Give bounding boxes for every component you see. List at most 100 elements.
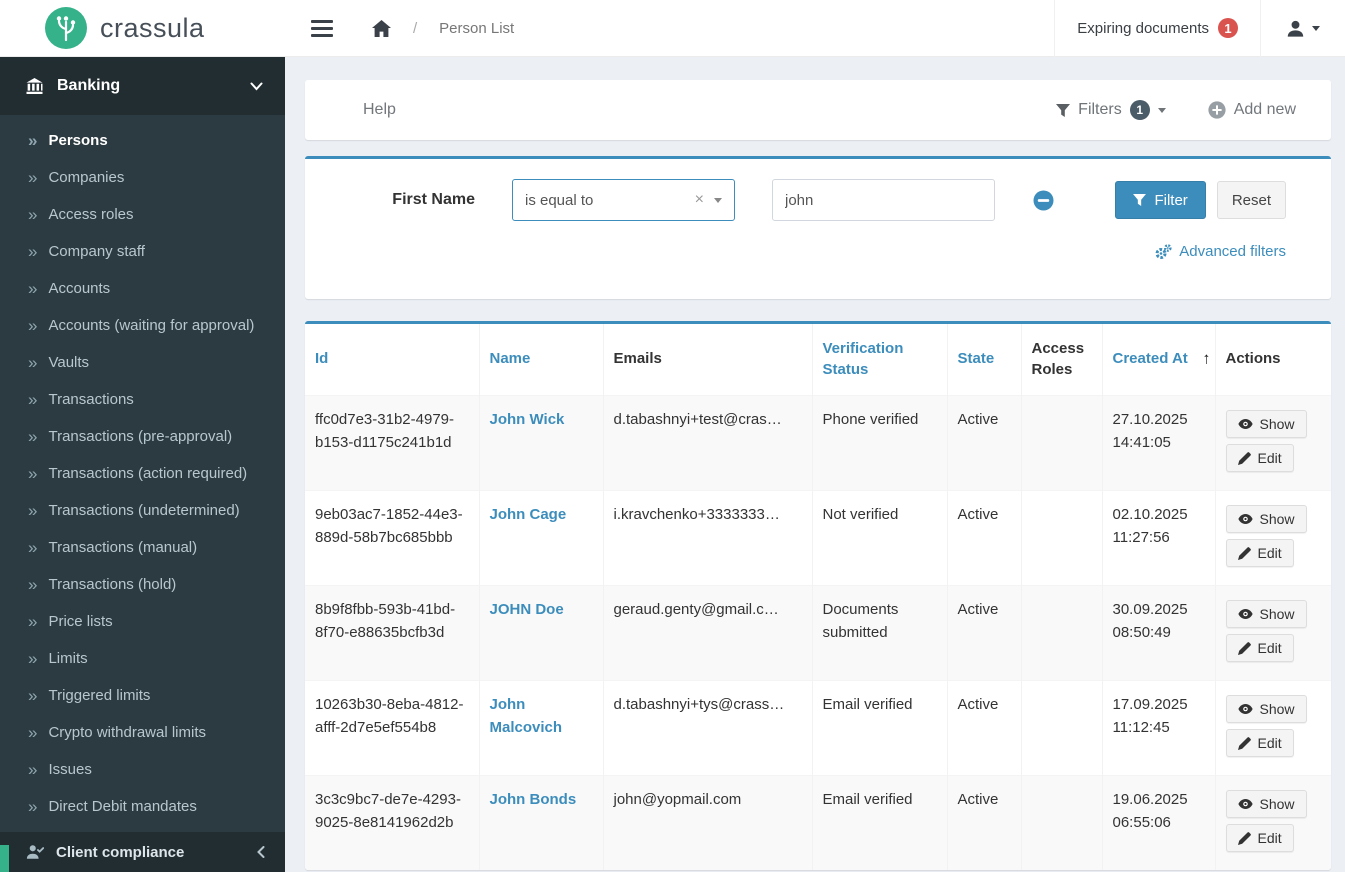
- sidebar-item-transactions[interactable]: » Transactions: [0, 381, 285, 418]
- user-menu-button[interactable]: [1261, 0, 1345, 57]
- funnel-icon: [1056, 103, 1071, 117]
- double-chevron-icon: »: [28, 168, 38, 187]
- breadcrumb-current[interactable]: Person List: [439, 20, 514, 37]
- person-email: i.kravchenko+3333333…: [603, 490, 813, 586]
- sidebar-section-banking[interactable]: Banking: [0, 57, 285, 115]
- show-button[interactable]: Show: [1225, 790, 1307, 818]
- person-state: Active: [947, 490, 1022, 586]
- add-new-button[interactable]: Add new: [1208, 101, 1296, 119]
- double-chevron-icon: »: [28, 131, 38, 150]
- double-chevron-icon: »: [28, 797, 38, 816]
- double-chevron-icon: »: [28, 612, 38, 631]
- main-content: Help Filters 1 Add new First Name is equ…: [285, 57, 1345, 872]
- sidebar-item-accounts[interactable]: » Accounts: [0, 270, 285, 307]
- double-chevron-icon: »: [28, 686, 38, 705]
- sidebar-item-transactions-action-required[interactable]: » Transactions (action required): [0, 455, 285, 492]
- edit-button[interactable]: Edit: [1225, 634, 1294, 662]
- sidebar-menu: » Persons » Companies » Access roles » C…: [0, 115, 285, 825]
- sidebar-section-label: Banking: [57, 77, 121, 94]
- expiring-documents-button[interactable]: Expiring documents 1: [1054, 0, 1261, 57]
- person-state: Active: [947, 775, 1022, 870]
- show-button[interactable]: Show: [1225, 505, 1307, 533]
- column-header-access-roles: Access Roles: [1021, 323, 1103, 396]
- person-name-link[interactable]: JOHN Doe: [490, 601, 564, 618]
- home-icon[interactable]: [372, 19, 391, 37]
- person-id: 9eb03ac7-1852-44e3-889d-58b7bc685bbb: [305, 490, 480, 586]
- plus-circle-icon: [1208, 101, 1226, 119]
- filter-panel: First Name is equal to × john Filter Res…: [305, 156, 1331, 299]
- add-new-label: Add new: [1233, 101, 1296, 118]
- sidebar-item-persons[interactable]: » Persons: [0, 122, 285, 159]
- column-header-state[interactable]: State: [947, 323, 1022, 396]
- eye-icon: [1237, 798, 1253, 810]
- topbar-right: Expiring documents 1: [1054, 0, 1345, 57]
- edit-button[interactable]: Edit: [1225, 729, 1294, 757]
- double-chevron-icon: »: [28, 464, 38, 483]
- double-chevron-icon: »: [28, 501, 38, 520]
- edit-button[interactable]: Edit: [1225, 824, 1294, 852]
- sidebar-item-crypto-withdrawal-limits[interactable]: » Crypto withdrawal limits: [0, 714, 285, 751]
- show-button[interactable]: Show: [1225, 410, 1307, 438]
- person-id: 3c3c9bc7-de7e-4293-9025-8e8141962d2b: [305, 775, 480, 870]
- operator-select[interactable]: is equal to ×: [512, 179, 735, 221]
- filter-button[interactable]: Filter: [1115, 181, 1206, 219]
- brand-logo[interactable]: crassula: [0, 0, 285, 56]
- sidebar-item-transactions-pre-approval[interactable]: » Transactions (pre-approval): [0, 418, 285, 455]
- chevron-down-icon: [1312, 25, 1320, 31]
- sidebar-section-client-compliance[interactable]: Client compliance: [0, 832, 285, 872]
- pencil-icon: [1237, 546, 1251, 560]
- sidebar-item-companies[interactable]: » Companies: [0, 159, 285, 196]
- reset-button[interactable]: Reset: [1216, 181, 1286, 219]
- person-name-link[interactable]: John Bonds: [490, 791, 577, 808]
- sidebar-item-transactions-undetermined[interactable]: » Transactions (undetermined): [0, 492, 285, 529]
- eye-icon: [1237, 703, 1253, 715]
- sidebar-item-issues[interactable]: » Issues: [0, 751, 285, 788]
- sidebar-item-transactions-hold[interactable]: » Transactions (hold): [0, 566, 285, 603]
- edit-button[interactable]: Edit: [1225, 444, 1294, 472]
- person-name-link[interactable]: John Cage: [490, 506, 567, 523]
- sidebar-item-vaults[interactable]: » Vaults: [0, 344, 285, 381]
- column-header-name[interactable]: Name: [479, 323, 604, 396]
- crassula-logo-icon: [45, 7, 87, 49]
- double-chevron-icon: »: [28, 649, 38, 668]
- topbar: crassula / Person List Expiring document…: [0, 0, 1345, 57]
- double-chevron-icon: »: [28, 279, 38, 298]
- sidebar-item-accounts-waiting-for-approval[interactable]: » Accounts (waiting for approval): [0, 307, 285, 344]
- table-row: 9eb03ac7-1852-44e3-889d-58b7bc685bbb Joh…: [305, 490, 1331, 586]
- column-header-verification-status[interactable]: Verification Status: [812, 323, 948, 396]
- show-button[interactable]: Show: [1225, 600, 1307, 628]
- toolbar: Help Filters 1 Add new: [305, 80, 1331, 140]
- advanced-filters-link[interactable]: Advanced filters: [1154, 243, 1286, 260]
- sidebar-item-company-staff[interactable]: » Company staff: [0, 233, 285, 270]
- double-chevron-icon: »: [28, 390, 38, 409]
- sidebar-toggle-button[interactable]: [300, 0, 344, 57]
- breadcrumb-separator: /: [413, 19, 418, 37]
- sidebar-item-transactions-manual[interactable]: » Transactions (manual): [0, 529, 285, 566]
- show-button[interactable]: Show: [1225, 695, 1307, 723]
- sidebar-item-direct-debit-mandates[interactable]: » Direct Debit mandates: [0, 788, 285, 825]
- sidebar-item-limits[interactable]: » Limits: [0, 640, 285, 677]
- sidebar-item-price-lists[interactable]: » Price lists: [0, 603, 285, 640]
- person-state: Active: [947, 395, 1022, 491]
- clear-operator-icon[interactable]: ×: [685, 191, 714, 209]
- filters-dropdown-button[interactable]: Filters 1: [1056, 100, 1166, 120]
- double-chevron-icon: »: [28, 427, 38, 446]
- pencil-icon: [1237, 451, 1251, 465]
- person-state: Active: [947, 680, 1022, 776]
- sidebar-item-triggered-limits[interactable]: » Triggered limits: [0, 677, 285, 714]
- pencil-icon: [1237, 736, 1251, 750]
- table-row: 8b9f8fbb-593b-41bd-8f70-e88635bcfb3d JOH…: [305, 585, 1331, 681]
- filter-field-label: First Name: [392, 191, 475, 208]
- person-name-link[interactable]: John Malcovich: [490, 696, 563, 736]
- column-header-created-at[interactable]: Created At ↑: [1102, 323, 1216, 396]
- column-header-id[interactable]: Id: [305, 323, 480, 396]
- filter-value-input[interactable]: [772, 179, 995, 221]
- double-chevron-icon: »: [28, 316, 38, 335]
- verification-status: Email verified: [812, 680, 948, 776]
- sidebar-item-access-roles[interactable]: » Access roles: [0, 196, 285, 233]
- person-name-link[interactable]: John Wick: [490, 411, 565, 428]
- help-link[interactable]: Help: [363, 101, 396, 119]
- verification-status: Documents submitted: [812, 585, 948, 681]
- edit-button[interactable]: Edit: [1225, 539, 1294, 567]
- remove-filter-button[interactable]: [1033, 190, 1054, 211]
